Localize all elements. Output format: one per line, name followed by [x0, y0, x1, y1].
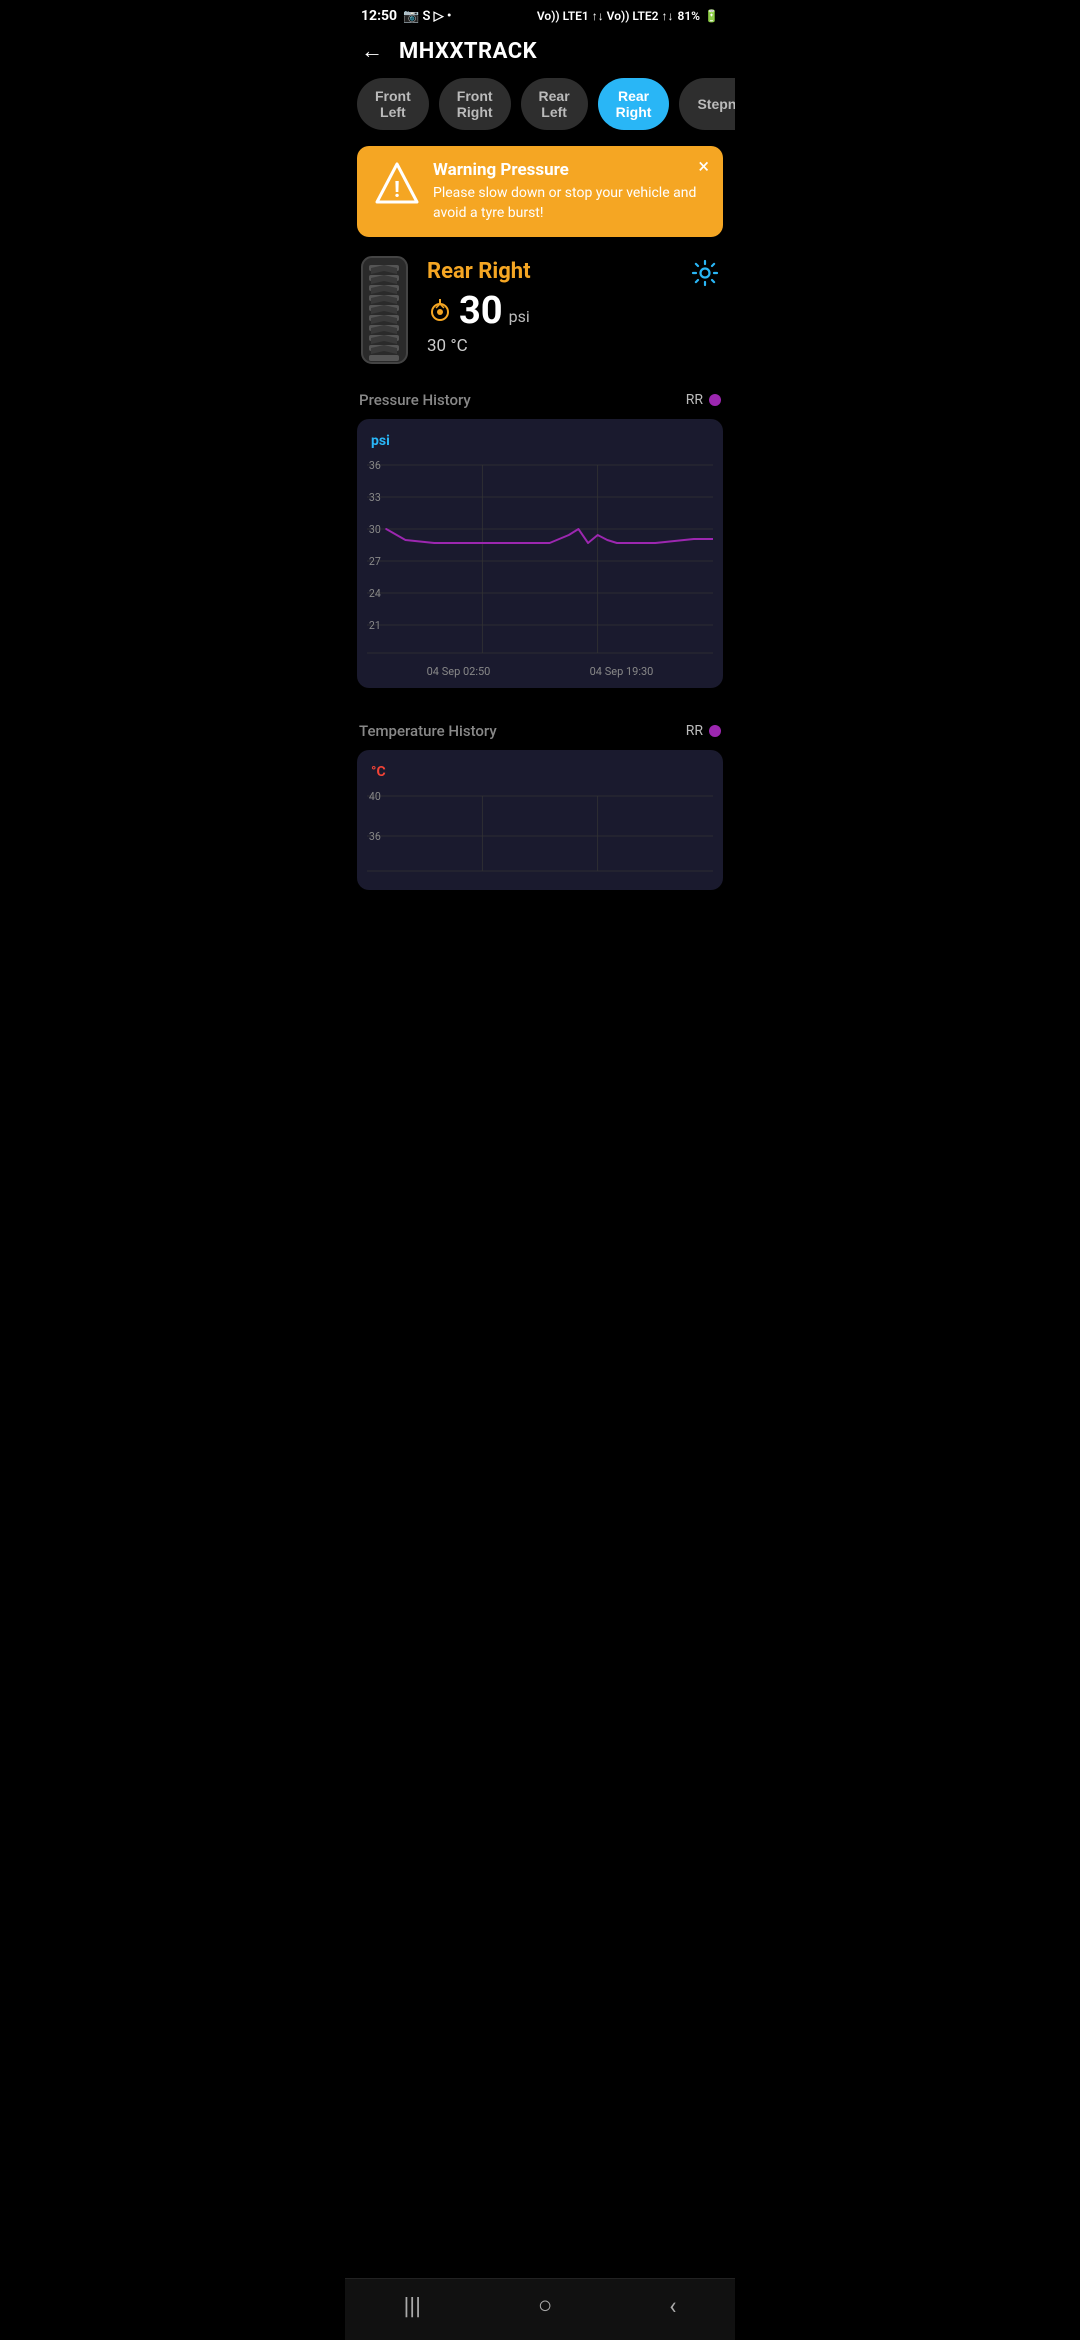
pressure-chart-container: psi 36 33 30 27 24 21 04 S	[357, 419, 723, 688]
pressure-history-title: Pressure History	[359, 391, 471, 409]
tire-info-section: Rear Right 30 psi 30 °C	[345, 255, 735, 375]
warning-text-block: Warning Pressure Please slow down or sto…	[433, 160, 707, 223]
temperature-history-title: Temperature History	[359, 722, 497, 740]
warning-title: Warning Pressure	[433, 160, 707, 180]
signal-info: Vo)) LTE1 ↑↓ Vo)) LTE2 ↑↓	[537, 9, 674, 23]
settings-icon[interactable]	[691, 259, 719, 294]
psi-label: psi	[367, 433, 713, 449]
pressure-history-legend: RR	[686, 392, 721, 408]
svg-text:24: 24	[369, 587, 381, 600]
page-title: MHXXTRACK	[399, 39, 537, 64]
status-bar: 12:50 📷 S ▷ • Vo)) LTE1 ↑↓ Vo)) LTE2 ↑↓ …	[345, 0, 735, 28]
pressure-row: 30 psi	[427, 292, 723, 330]
tab-front-right[interactable]: FrontRight	[439, 78, 511, 130]
x-label-1: 04 Sep 02:50	[427, 665, 491, 678]
celsius-label: °C	[367, 764, 713, 780]
temperature-history-legend: RR	[686, 723, 721, 739]
tire-name: Rear Right	[427, 259, 723, 284]
tire-graphic	[357, 255, 417, 365]
tab-rear-right[interactable]: RearRight	[598, 78, 670, 130]
svg-text:36: 36	[369, 459, 381, 472]
battery-percent: 81%	[677, 9, 700, 23]
app-header: ← MHXXTRACK	[345, 28, 735, 78]
legend-label-rr: RR	[686, 392, 703, 408]
svg-text:30: 30	[369, 523, 381, 536]
tab-front-left[interactable]: FrontLeft	[357, 78, 429, 130]
status-left: 12:50 📷 S ▷ •	[361, 8, 452, 24]
tab-stepney[interactable]: Stepney	[679, 78, 735, 130]
status-time: 12:50	[361, 8, 397, 24]
warning-banner: ! Warning Pressure Please slow down or s…	[357, 146, 723, 237]
svg-text:40: 40	[369, 790, 381, 803]
svg-text:36: 36	[369, 830, 381, 843]
status-icons: 📷 S ▷ •	[403, 9, 451, 24]
temperature-chart-container: °C 40 36	[357, 750, 723, 890]
temperature-chart: 40 36	[367, 786, 713, 880]
warning-message: Please slow down or stop your vehicle an…	[433, 184, 707, 223]
back-button[interactable]: ←	[361, 38, 383, 64]
status-right: Vo)) LTE1 ↑↓ Vo)) LTE2 ↑↓ 81% 🔋	[537, 9, 719, 23]
x-label-2: 04 Sep 19:30	[590, 665, 654, 678]
pressure-history-header: Pressure History RR	[345, 375, 735, 419]
warning-close-button[interactable]: ×	[698, 156, 709, 176]
temp-legend-dot	[709, 725, 721, 737]
tab-rear-left[interactable]: RearLeft	[521, 78, 588, 130]
tire-details: Rear Right 30 psi 30 °C	[427, 255, 723, 356]
svg-text:33: 33	[369, 491, 381, 504]
svg-text:27: 27	[369, 555, 381, 568]
temperature-history-section: Temperature History RR °C 40 36	[345, 706, 735, 890]
nav-back[interactable]: ‹	[669, 2292, 676, 2320]
svg-text:!: !	[394, 178, 400, 203]
svg-text:21: 21	[369, 619, 381, 632]
tab-bar: FrontLeft FrontRight RearLeft RearRight …	[345, 78, 735, 146]
pressure-icon	[427, 296, 453, 327]
warning-icon: !	[373, 160, 421, 215]
temp-legend-label: RR	[686, 723, 703, 739]
battery-icon: 🔋	[704, 9, 719, 23]
temperature-row: 30 °C	[427, 336, 723, 356]
pressure-chart: 36 33 30 27 24 21	[367, 455, 713, 659]
legend-dot-rr	[709, 394, 721, 406]
bottom-nav: ||| ○ ‹	[345, 2278, 735, 2340]
nav-recent-apps[interactable]: |||	[403, 2292, 421, 2320]
temperature-history-header: Temperature History RR	[345, 706, 735, 750]
nav-home[interactable]: ○	[538, 2291, 553, 2320]
chart-x-labels: 04 Sep 02:50 04 Sep 19:30	[367, 659, 713, 678]
pressure-unit: psi	[509, 307, 530, 326]
pressure-value: 30	[459, 292, 503, 330]
